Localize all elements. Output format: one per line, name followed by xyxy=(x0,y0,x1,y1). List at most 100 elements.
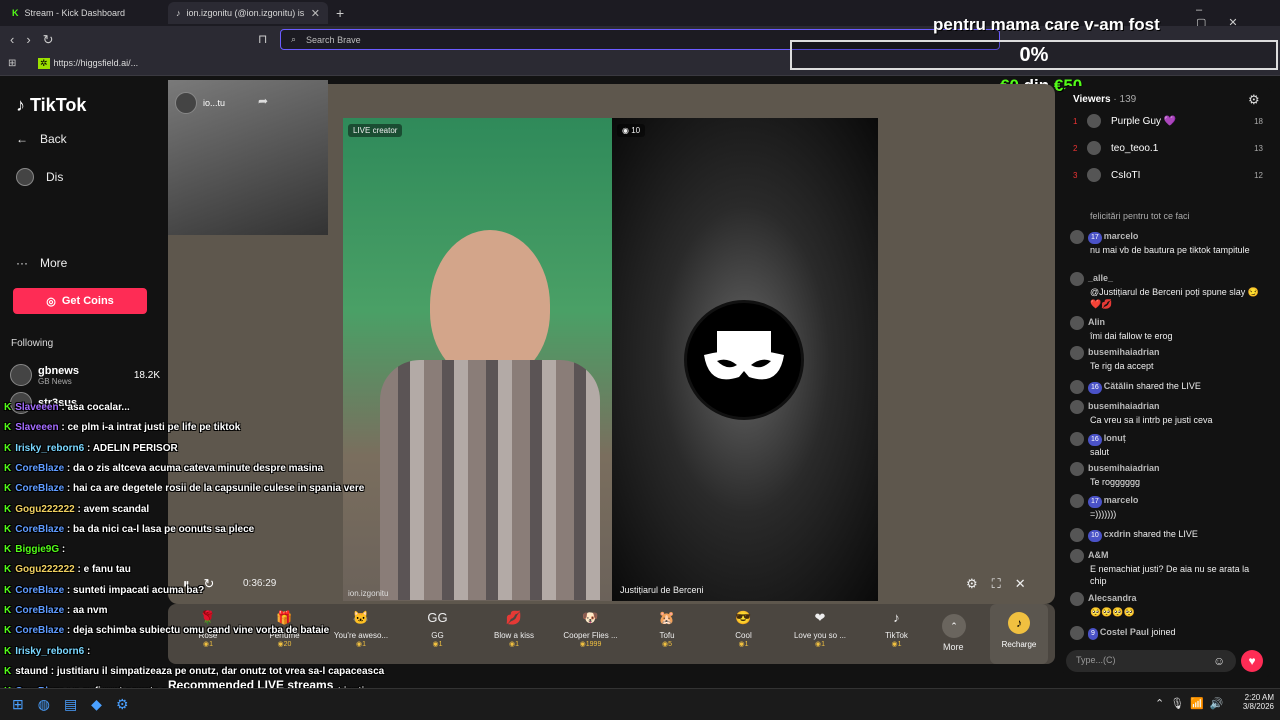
chat-user[interactable]: Alin xyxy=(1088,317,1105,327)
level-badge: 9 xyxy=(1088,628,1098,640)
person-shirt xyxy=(380,360,600,600)
overlay-chat-text: : ba da nici ca-l lasa pe oonuts sa plec… xyxy=(66,523,255,535)
sidebar-item-more[interactable]: ··· More xyxy=(16,256,67,270)
emoji-icon[interactable]: ☺ xyxy=(1213,654,1225,668)
kick-icon: K xyxy=(12,8,19,18)
gift-price-value: 1 xyxy=(897,641,902,648)
chat-message: Alecsandra 🥺🥺🥺🥺 xyxy=(1070,592,1260,618)
settings-icon[interactable]: ⚙ xyxy=(1248,92,1260,108)
gift-name: Tofu xyxy=(659,631,675,640)
chat-user[interactable]: busemihaiadrian xyxy=(1088,347,1160,357)
chat-message: 10 cxdrin shared the LIVE xyxy=(1070,528,1260,542)
bookmark-higgsfield[interactable]: ✲ https://higgsfield.ai/... xyxy=(38,58,138,69)
chat-user[interactable]: Cătălin xyxy=(1104,381,1134,391)
avatar xyxy=(1070,432,1084,446)
kick-icon: K xyxy=(4,584,12,596)
gift-item[interactable]: 🐱 You're aweso... ◉1 xyxy=(329,607,393,648)
chat-user[interactable]: busemihaiadrian xyxy=(1088,401,1160,411)
bookmark-icon[interactable]: ⊓ xyxy=(258,32,267,46)
gift-item[interactable]: 🐹 Tofu ◉5 xyxy=(635,607,699,648)
top-viewer-row[interactable]: 3 CsIoTI 12 xyxy=(1073,168,1263,182)
chat-user[interactable]: marcelo xyxy=(1104,495,1139,505)
nav-buttons[interactable]: ‹›↻ xyxy=(10,32,66,48)
kick-icon: K xyxy=(4,665,12,677)
overlay-chat-line: K Slaveeen : ce plm i-a intrat justi pe l… xyxy=(4,422,240,433)
viewers-header[interactable]: Viewers · 139 xyxy=(1073,94,1136,105)
arrow-left-icon: ← xyxy=(16,132,28,146)
more-gifts-label[interactable]: More xyxy=(943,642,964,652)
apps-icon[interactable]: ⊞ xyxy=(8,58,16,69)
taskbar-apps[interactable]: ⊞◍▤◆⚙ xyxy=(12,696,143,713)
tab-tiktok-live[interactable]: ♪ ion.izgonitu (@ion.izgonitu) is LIVE ✕ xyxy=(168,2,328,24)
new-tab-icon[interactable]: + xyxy=(336,5,344,21)
tiktok-logo[interactable]: ♪ TikTok xyxy=(16,95,86,116)
back-button[interactable]: ← Back xyxy=(16,132,67,146)
chat-user[interactable]: Ionuț xyxy=(1104,433,1126,443)
gift-item[interactable]: ❤ Love you so ... ◉1 xyxy=(788,607,852,648)
chat-user[interactable]: A&M xyxy=(1088,550,1109,560)
goal-title: pentru mama care v-am fost xyxy=(933,15,1160,34)
clock-date: 3/8/2026 xyxy=(1242,702,1274,711)
player-settings[interactable]: ⚙⛶✕ xyxy=(966,576,1040,592)
sidebar-item-discover[interactable]: Dis xyxy=(16,168,63,186)
kick-icon: K xyxy=(4,645,12,657)
streamer-header[interactable]: io...tu xyxy=(175,92,225,114)
recharge-button[interactable]: ♪ Recharge xyxy=(990,604,1048,664)
live-creator-tag: LIVE creator xyxy=(348,124,403,137)
chat-user[interactable]: _alle_ xyxy=(1088,273,1113,283)
chat-message: Alin îmi dai fallow te erog xyxy=(1070,316,1260,342)
chat-message: _alle_ @Justițiarul de Berceni poți spune… xyxy=(1070,272,1260,310)
overlay-chat-line: K Irisky_reborn6 : xyxy=(4,646,90,657)
gift-price: ◉20 xyxy=(277,641,292,648)
get-coins-button[interactable]: ◎ Get Coins xyxy=(13,288,147,314)
following-item[interactable]: gbnews GB News 18.2K xyxy=(10,364,160,386)
gift-price-value: 1 xyxy=(438,641,443,648)
clock-time: 2:20 AM xyxy=(1244,693,1274,702)
chat-message: A&M E nemachiat justi? De aia nu se arata… xyxy=(1070,549,1260,587)
overlay-chat-text: : e fanu tau xyxy=(77,564,131,576)
avatar xyxy=(1070,626,1084,640)
search-placeholder: Search Brave xyxy=(306,34,361,45)
coin-icon: ♪ xyxy=(1008,612,1030,634)
level-badge: 16 xyxy=(1088,434,1102,446)
gift-item[interactable]: GG GG ◉1 xyxy=(406,607,470,648)
overlay-chat-line: K Irisky_reborn6 : ADELIN PERISOR xyxy=(4,443,178,454)
chat-user[interactable]: busemihaiadrian xyxy=(1088,463,1160,473)
discover-label: Dis xyxy=(46,170,64,184)
chat-input[interactable]: Type...(C) xyxy=(1066,650,1236,672)
top-viewer-row[interactable]: 2 teo_teoo.1 13 xyxy=(1073,141,1263,155)
kick-icon: K xyxy=(4,544,12,556)
search-icon: ⌕ xyxy=(291,34,297,44)
level-badge: 17 xyxy=(1088,496,1102,508)
gift-item[interactable]: 🐶 Cooper Flies ... ◉1999 xyxy=(559,607,623,648)
kick-icon: K xyxy=(4,402,12,413)
close-tab-icon[interactable]: ✕ xyxy=(311,7,320,20)
top-viewer-row[interactable]: 1 Purple Guy 💜 18 xyxy=(1073,114,1263,128)
following-name: gbnews xyxy=(38,364,79,377)
share-icon[interactable]: ➦ xyxy=(258,94,268,108)
overlay-chat-text: : ADELIN PERISOR xyxy=(86,442,178,454)
chat-user[interactable]: marcelo xyxy=(1104,231,1139,241)
gift-item[interactable]: 😎 Cool ◉1 xyxy=(712,607,776,648)
system-tray[interactable]: ⌃🎙📶🔊 xyxy=(1155,697,1230,710)
like-heart-button[interactable]: ♥ xyxy=(1241,650,1263,672)
chat-text: shared the LIVE xyxy=(1136,381,1201,391)
overlay-chat-line: K CoreBlaze : ba da nici ca-l lasa pe oon… xyxy=(4,524,254,535)
gift-item[interactable]: 💋 Blow a kiss ◉1 xyxy=(482,607,546,648)
chat-user[interactable]: cxdrin xyxy=(1104,529,1131,539)
clock[interactable]: 2:20 AM 3/8/2026 xyxy=(1232,693,1274,711)
higgsfield-icon: ✲ xyxy=(38,58,50,69)
viewer-badge: ◉ 10 xyxy=(617,124,646,137)
more-gifts-icon[interactable]: ⌃ xyxy=(942,614,966,638)
chat-user[interactable]: Alecsandra xyxy=(1088,593,1137,603)
chat-text: felicitări pentru tot ce faci xyxy=(1090,211,1190,221)
avatar xyxy=(1070,494,1084,508)
viewer-score: 13 xyxy=(1254,143,1263,153)
chat-user[interactable]: Costel Paul xyxy=(1100,627,1149,637)
overlay-chat-user: Slaveeen xyxy=(15,402,59,413)
overlay-chat-text: : ce plm i-a intrat justi pe life pe tik… xyxy=(61,422,241,434)
overlay-chat-text: : hai ca are degetele rosii de la capsun… xyxy=(66,483,365,495)
tab-kick-dashboard[interactable]: K Stream - Kick Dashboard xyxy=(4,2,164,24)
gift-item[interactable]: ♪ TikTok ◉1 xyxy=(865,607,929,648)
overlay-chat-line: K Gogu222222 : avem scandal xyxy=(4,504,149,515)
